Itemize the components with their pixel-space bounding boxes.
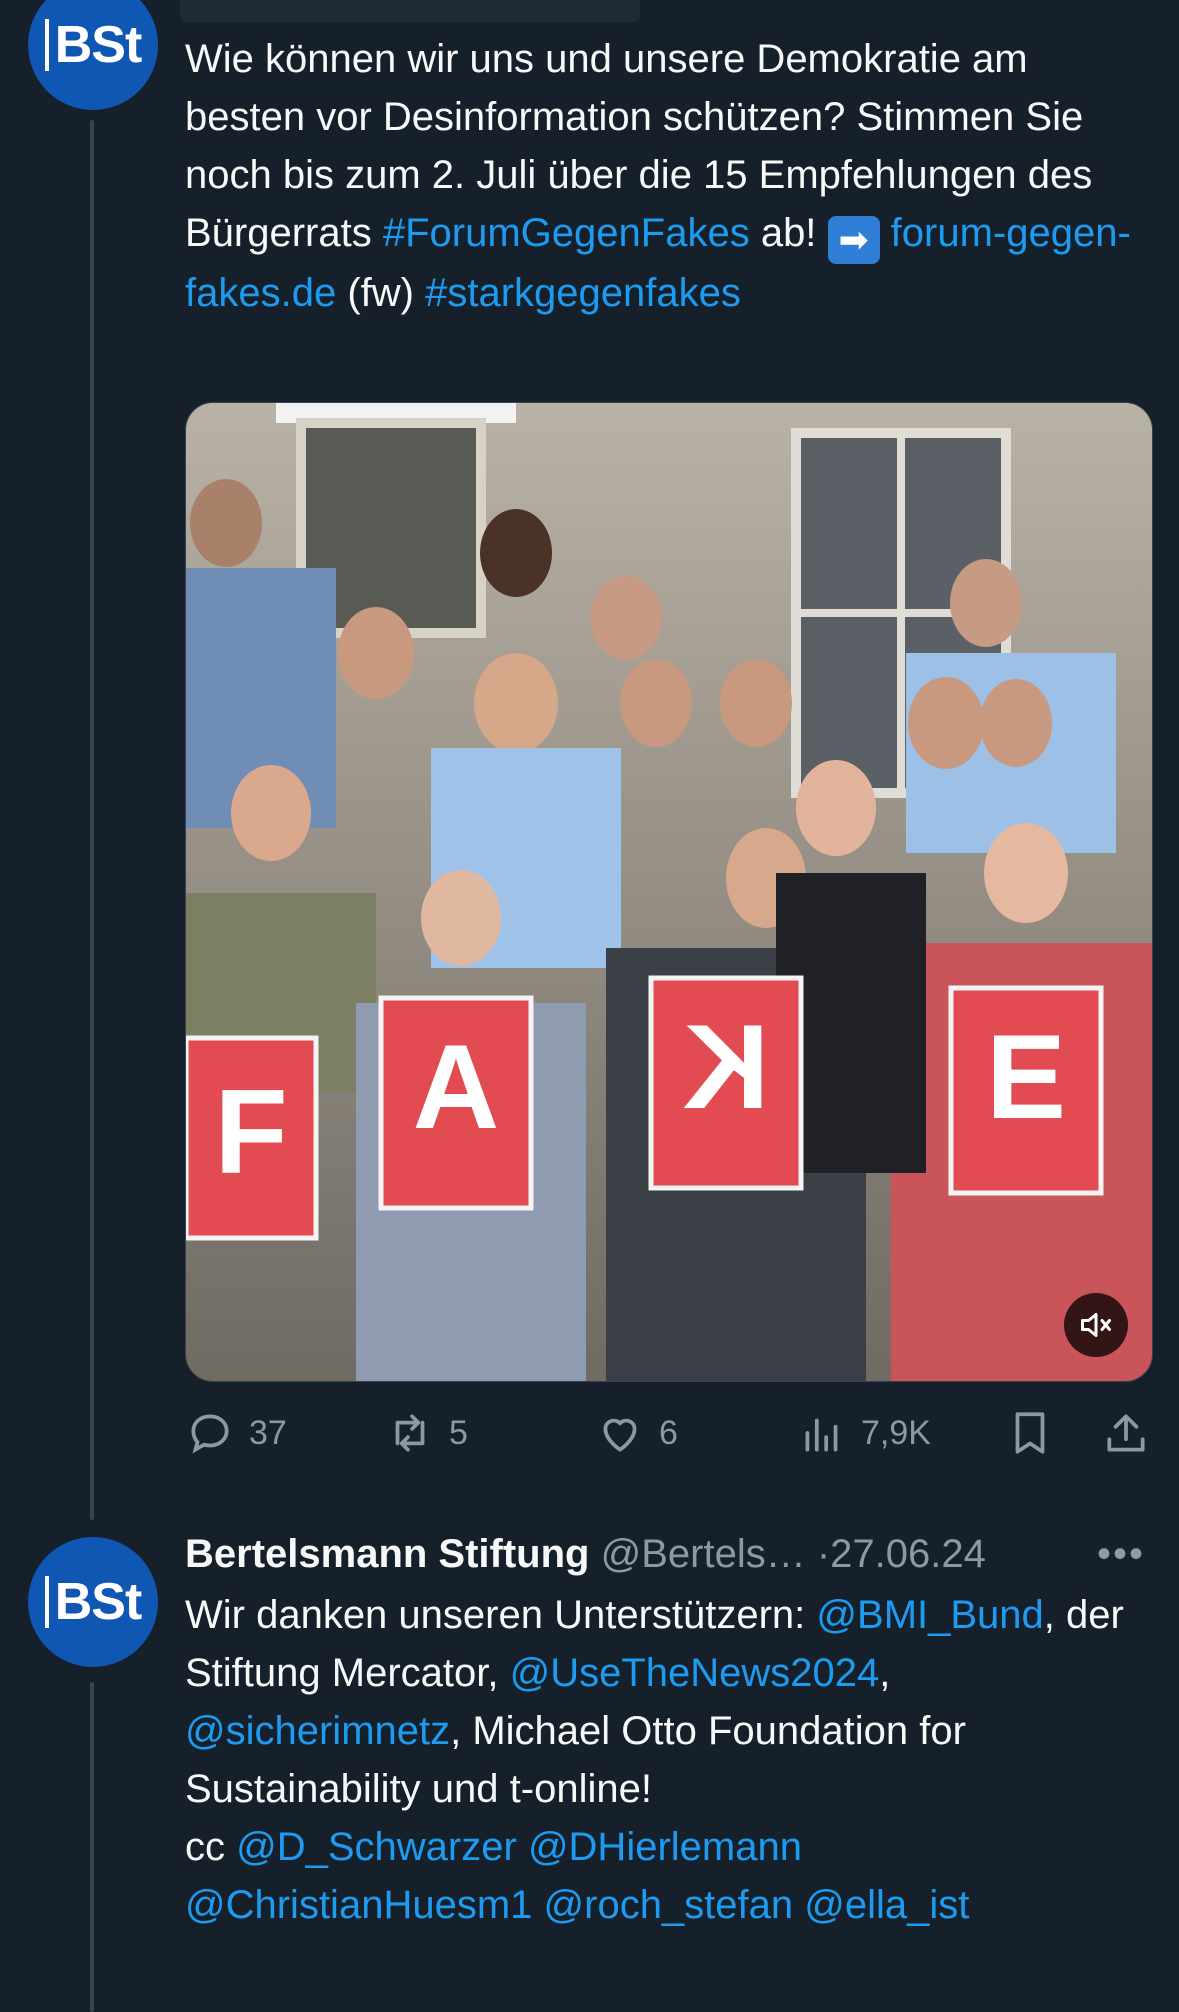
sign-letter-e: E xyxy=(985,1010,1067,1144)
avatar-text: BSt xyxy=(54,1573,143,1631)
reply-button[interactable]: 37 xyxy=(185,1405,287,1461)
avatar[interactable]: BSt xyxy=(28,1537,158,1667)
share-button[interactable] xyxy=(1101,1405,1151,1461)
mention-link[interactable]: @ChristianHuesm1 xyxy=(185,1883,532,1927)
tweet-text-segment: cc xyxy=(185,1825,237,1869)
tweet-text: Wie können wir uns und unsere Demokratie… xyxy=(185,30,1145,322)
views-icon xyxy=(805,1418,838,1452)
arrow-right-icon: ➡ xyxy=(827,216,880,264)
mention-link[interactable]: @D_Schwarzer xyxy=(236,1825,517,1869)
tweet-video[interactable]: F A K E xyxy=(185,402,1153,1382)
mention-link[interactable]: @BMI_Bund xyxy=(816,1593,1043,1637)
tweet-header: Bertelsmann Stiftung @Bertels… ·27.06.24… xyxy=(185,1524,1165,1584)
hashtag-link[interactable]: #starkgegenfakes xyxy=(425,271,741,315)
thread-line xyxy=(90,1682,94,2012)
tweet-date[interactable]: 27.06.24 xyxy=(830,1532,986,1576)
tweet-text-segment xyxy=(517,1825,528,1869)
reply-count: 37 xyxy=(249,1413,287,1452)
mention-link[interactable]: @sicherimnetz xyxy=(185,1709,450,1753)
avatar[interactable]: BSt xyxy=(28,0,158,110)
retweet-button[interactable]: 5 xyxy=(385,1405,468,1461)
tweet-text-segment xyxy=(880,211,891,255)
bookmark-icon xyxy=(1015,1412,1045,1454)
retweet-icon xyxy=(395,1414,425,1452)
tweet-text-segment: (fw) xyxy=(336,271,426,315)
tweet-text-segment: , xyxy=(879,1651,891,1695)
views-button[interactable]: 7,9K xyxy=(797,1405,931,1461)
tweet-text-segment: Wir danken unseren Unterstützern: xyxy=(185,1593,817,1637)
tweet-text-segment xyxy=(793,1883,804,1927)
sign-letter-a: A xyxy=(412,1020,500,1154)
tweet-actions: 37 5 6 7,9K xyxy=(185,1405,1151,1461)
mute-button[interactable] xyxy=(1064,1293,1128,1357)
avatar-bar-icon xyxy=(44,19,49,71)
bookmark-button[interactable] xyxy=(1005,1405,1055,1461)
mention-link[interactable]: @ella_ist xyxy=(804,1883,969,1927)
tweet-text-segment xyxy=(532,1883,543,1927)
sign-letter-f: F xyxy=(214,1065,288,1199)
tweet-text: Wir danken unseren Unterstützern: @BMI_B… xyxy=(185,1586,1145,1934)
avatar-bar-icon xyxy=(44,1576,49,1628)
previous-tweet-edge xyxy=(180,0,640,22)
more-options-button[interactable]: ••• xyxy=(1097,1524,1145,1584)
share-icon xyxy=(1107,1414,1145,1452)
like-button[interactable]: 6 xyxy=(595,1405,678,1461)
mention-link[interactable]: @DHierlemann xyxy=(528,1825,802,1869)
separator-dot: · xyxy=(816,1532,831,1576)
video-frame-illustration xyxy=(186,403,1152,1381)
reply-icon xyxy=(191,1414,229,1454)
like-count: 6 xyxy=(659,1413,678,1452)
views-count: 7,9K xyxy=(861,1413,931,1452)
tweet-text-segment: ab! xyxy=(749,211,828,255)
speaker-muted-icon xyxy=(1081,1313,1111,1337)
author-name[interactable]: Bertelsmann Stiftung xyxy=(185,1532,589,1576)
mention-link[interactable]: @UseTheNews2024 xyxy=(510,1651,880,1695)
avatar-text: BSt xyxy=(54,16,143,74)
mention-link[interactable]: @roch_stefan xyxy=(544,1883,794,1927)
thread-line xyxy=(90,120,94,1520)
retweet-count: 5 xyxy=(449,1413,468,1452)
author-handle[interactable]: @Bertels… xyxy=(601,1532,806,1576)
sign-letter-k: K xyxy=(682,1000,770,1134)
hashtag-link[interactable]: #ForumGegenFakes xyxy=(383,211,750,255)
heart-icon xyxy=(603,1418,637,1452)
